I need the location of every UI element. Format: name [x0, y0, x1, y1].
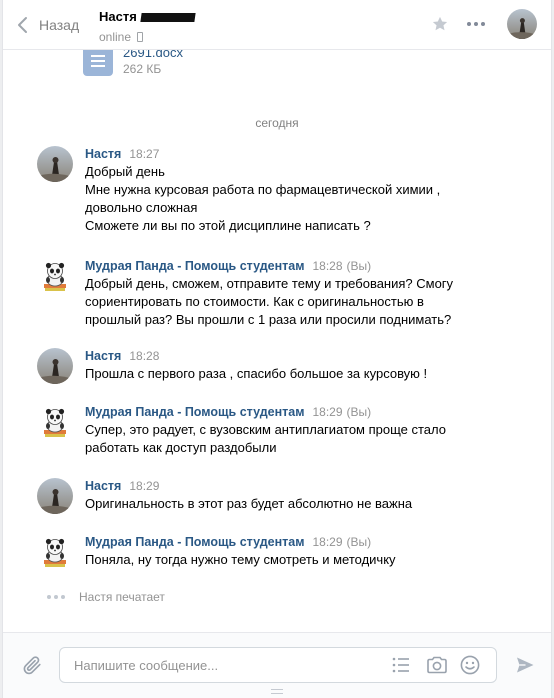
message-body: Настя 18:28 Прошла с первого раза , спас… — [85, 348, 525, 383]
message-header: Настя 18:27 — [85, 146, 525, 162]
message-body: Мудрая Панда - Помощь студентам 18:29 (В… — [85, 404, 525, 457]
message-time[interactable]: 18:29 — [129, 478, 159, 494]
message-line: довольно сложная — [85, 200, 198, 215]
message-text: Оригинальность в этот раз будет абсолютн… — [85, 495, 525, 513]
document-size: 262 КБ — [123, 62, 162, 76]
message-text: Прошла с первого раза , спасибо большое … — [85, 365, 525, 383]
chat-panel: Назад Настя online 2691.docx 262 КБ сего… — [2, 0, 552, 698]
message-line: Поняла, ну тогда нужно тему смотреть и м… — [85, 552, 396, 567]
message-text: Поняла, ну тогда нужно тему смотреть и м… — [85, 551, 525, 569]
message-text: Добрый день, сможем, отправите тему и тр… — [85, 275, 525, 329]
message-header: Настя 18:28 — [85, 348, 525, 364]
back-label: Назад — [39, 17, 80, 33]
message-header: Мудрая Панда - Помощь студентам 18:29 (В… — [85, 404, 525, 420]
avatar-photo — [507, 9, 537, 39]
star-icon[interactable] — [431, 15, 449, 33]
message-body: Мудрая Панда - Помощь студентам 18:29 (В… — [85, 534, 525, 569]
message-line: Супер, это радует, с вузовским антиплаги… — [85, 422, 446, 437]
avatar-photo — [37, 478, 73, 514]
avatar[interactable] — [37, 404, 73, 440]
typing-dots-icon — [47, 595, 65, 599]
chevron-left-icon — [18, 17, 27, 33]
author-name[interactable]: Мудрая Панда - Помощь студентам — [85, 534, 304, 550]
message-text: Добрый день Мне нужна курсовая работа по… — [85, 163, 525, 235]
camera-icon[interactable] — [426, 656, 448, 674]
message-line: Оригинальность в этот раз будет абсолютн… — [85, 496, 413, 511]
send-icon[interactable] — [515, 655, 535, 675]
peer-avatar[interactable] — [507, 9, 537, 39]
you-label: (Вы) — [346, 405, 372, 419]
message-line: работать как доступ раздобыли — [85, 440, 277, 455]
avatar[interactable] — [37, 146, 73, 182]
document-attachment[interactable]: 2691.docx 262 КБ — [83, 50, 183, 77]
message-input-placeholder: Напишите сообщение... — [74, 658, 219, 673]
peer-name-row: Настя — [99, 9, 196, 24]
you-label: (Вы) — [346, 535, 372, 549]
redaction-bar — [140, 13, 196, 22]
avatar[interactable] — [37, 534, 73, 570]
author-name[interactable]: Настя — [85, 478, 121, 494]
message-body: Настя 18:29 Оригинальность в этот раз бу… — [85, 478, 525, 513]
avatar[interactable] — [37, 478, 73, 514]
avatar-photo — [37, 146, 73, 182]
more-icon[interactable] — [467, 19, 487, 29]
message-line: Мне нужна курсовая работа по фармацевтич… — [85, 182, 441, 197]
message-line: прошлый раз? Вы прошли с 1 раза или прос… — [85, 312, 452, 327]
message-line: Прошла с первого раза , спасибо большое … — [85, 366, 428, 381]
back-button[interactable]: Назад — [15, 12, 79, 38]
author-name[interactable]: Мудрая Панда - Помощь студентам — [85, 258, 304, 274]
message-time[interactable]: 18:29 — [312, 404, 342, 420]
typing-text: Настя печатает — [79, 590, 165, 604]
document-name[interactable]: 2691.docx — [123, 50, 183, 61]
message-header: Мудрая Панда - Помощь студентам 18:29 (В… — [85, 534, 525, 550]
you-label: (Вы) — [346, 259, 372, 273]
panda-icon — [37, 258, 73, 294]
author-name[interactable]: Настя — [85, 348, 121, 364]
panda-icon — [37, 534, 73, 570]
author-name[interactable]: Мудрая Панда - Помощь студентам — [85, 404, 304, 420]
peer-status-row: online — [99, 30, 195, 44]
list-icon[interactable] — [392, 657, 410, 673]
message-text: Супер, это радует, с вузовским антиплаги… — [85, 421, 525, 457]
avatar[interactable] — [37, 258, 73, 294]
message-input[interactable]: Напишите сообщение... — [59, 647, 497, 683]
avatar[interactable] — [37, 348, 73, 384]
panda-icon — [37, 404, 73, 440]
peer-info[interactable]: Настя online — [99, 9, 196, 44]
message-line: Добрый день — [85, 164, 165, 179]
dot — [481, 22, 485, 26]
composer: Напишите сообщение... — [3, 632, 551, 698]
message-body: Настя 18:27 Добрый день Мне нужна курсов… — [85, 146, 525, 235]
chat-header: Назад Настя online — [3, 0, 551, 50]
document-info: 2691.docx 262 КБ — [123, 50, 183, 77]
resize-handle[interactable] — [271, 689, 283, 694]
smile-icon[interactable] — [460, 655, 480, 675]
message-time[interactable]: 18:28 — [129, 348, 159, 364]
date-separator: сегодня — [255, 116, 299, 130]
message-body: Мудрая Панда - Помощь студентам 18:28 (В… — [85, 258, 525, 329]
message-header: Мудрая Панда - Помощь студентам 18:28 (В… — [85, 258, 525, 274]
dot — [467, 22, 471, 26]
message-history[interactable]: 2691.docx 262 КБ сегодня Настя 18:27 Доб… — [3, 50, 551, 632]
dot — [474, 22, 478, 26]
message-line: Сможете ли вы по этой дисциплине написат… — [85, 218, 371, 233]
peer-status: online — [99, 30, 132, 44]
message-line: Добрый день, сможем, отправите тему и тр… — [85, 276, 454, 291]
peer-name: Настя — [99, 9, 137, 24]
message-header: Настя 18:29 — [85, 478, 525, 494]
paperclip-icon[interactable] — [21, 653, 43, 677]
author-name[interactable]: Настя — [85, 146, 121, 162]
message-line: сориентировать по стоимости. Как с ориги… — [85, 294, 424, 309]
message-time[interactable]: 18:28 — [312, 258, 342, 274]
phone-icon — [137, 32, 144, 42]
message-time[interactable]: 18:29 — [312, 534, 342, 550]
document-icon — [83, 50, 113, 76]
typing-indicator: Настя печатает — [47, 590, 165, 604]
avatar-photo — [37, 348, 73, 384]
message-time[interactable]: 18:27 — [129, 146, 159, 162]
